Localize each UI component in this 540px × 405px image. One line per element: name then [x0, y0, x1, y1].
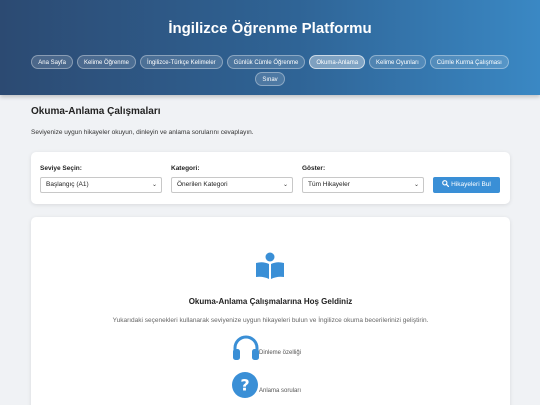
nav-exam[interactable]: Sınav — [255, 72, 285, 86]
find-stories-label: Hikayeleri Bul — [451, 181, 491, 188]
welcome-description: Yukarıdaki seçenekleri kullanarak seviye… — [112, 317, 429, 324]
open-book-icon — [256, 252, 284, 279]
feature-listening-label: Dinleme özelliği — [259, 350, 302, 356]
nav-english-turkish-words[interactable]: İngilizce-Türkçe Kelimeler — [139, 55, 223, 69]
search-icon — [442, 179, 450, 187]
level-select-value: Başlangıç (A1) — [46, 181, 89, 188]
svg-text:?: ? — [240, 376, 249, 395]
nav-vocabulary[interactable]: Kelime Öğrenme — [76, 55, 136, 69]
question-icon: ? — [232, 372, 258, 398]
filter-card: Seviye Seçin: Başlangıç (A1) ⌄ Kategori:… — [31, 152, 510, 204]
feature-questions-label: Anlama soruları — [259, 388, 302, 394]
site-title: İngilizce Öğrenme Platformu — [168, 20, 372, 37]
level-select[interactable]: Başlangıç (A1) ⌄ — [40, 177, 162, 193]
show-select[interactable]: Tüm Hikayeler ⌄ — [302, 177, 424, 193]
welcome-card: Okuma-Anlama Çalışmalarına Hoş Geldiniz … — [31, 217, 510, 405]
main-nav: Ana Sayfa Kelime Öğrenme İngilizce-Türkç… — [24, 55, 516, 86]
chevron-down-icon: ⌄ — [413, 182, 419, 188]
category-label: Kategori: — [171, 165, 200, 172]
page-description: Seviyenize uygun hikayeler okuyun, dinle… — [31, 129, 254, 136]
chevron-down-icon: ⌄ — [282, 182, 288, 188]
headphones-icon — [233, 335, 259, 360]
welcome-title: Okuma-Anlama Çalışmalarına Hoş Geldiniz — [188, 297, 353, 306]
category-select-value: Önerilen Kategori — [177, 181, 228, 188]
page-title: Okuma-Anlama Çalışmaları — [31, 106, 161, 117]
show-select-value: Tüm Hikayeler — [308, 181, 350, 188]
chevron-down-icon: ⌄ — [151, 182, 157, 188]
level-label: Seviye Seçin: — [40, 165, 82, 172]
nav-home[interactable]: Ana Sayfa — [31, 55, 73, 69]
nav-sentence-building[interactable]: Cümle Kurma Çalışması — [429, 55, 509, 69]
find-stories-button[interactable]: Hikayeleri Bul — [433, 177, 500, 193]
site-header: İngilizce Öğrenme Platformu Ana Sayfa Ke… — [0, 0, 540, 95]
nav-word-games[interactable]: Kelime Oyunları — [369, 55, 426, 69]
category-select[interactable]: Önerilen Kategori ⌄ — [171, 177, 293, 193]
show-label: Göster: — [302, 165, 326, 172]
nav-reading-comprehension[interactable]: Okuma-Anlama — [309, 55, 366, 69]
nav-daily-sentences[interactable]: Günlük Cümle Öğrenme — [226, 55, 306, 69]
